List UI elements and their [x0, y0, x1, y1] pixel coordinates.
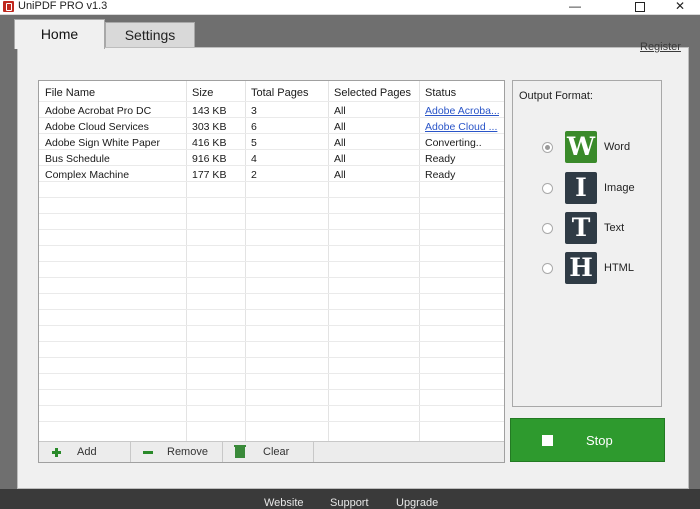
header-status[interactable]: Status — [425, 87, 456, 99]
image-label: Image — [604, 182, 635, 194]
row-4-selected-pages[interactable]: All — [334, 153, 346, 165]
maximize-button[interactable] — [620, 0, 660, 14]
row-1-selected-pages[interactable]: All — [334, 105, 346, 117]
row-4-total-pages: 4 — [251, 153, 257, 165]
word-icon: W — [565, 131, 597, 163]
row-1-status-link[interactable]: Adobe Acroba... — [425, 105, 499, 117]
row-4-status: Ready — [425, 153, 456, 165]
format-option-image[interactable]: I Image — [513, 172, 663, 206]
header-size[interactable]: Size — [192, 87, 213, 99]
word-radio[interactable] — [542, 142, 553, 153]
title-bar: UniPDF PRO v1.3 — ✕ — [0, 0, 700, 15]
register-link[interactable]: Register — [640, 41, 681, 53]
stop-button[interactable]: Stop — [510, 418, 665, 462]
footer-website-link[interactable]: Website — [264, 497, 304, 509]
row-2-selected-pages[interactable]: All — [334, 121, 346, 133]
row-2-size: 303 KB — [192, 121, 227, 133]
image-radio[interactable] — [542, 183, 553, 194]
close-button[interactable]: ✕ — [660, 0, 700, 14]
row-1-size: 143 KB — [192, 105, 227, 117]
row-5-selected-pages[interactable]: All — [334, 169, 346, 181]
footer-support-link[interactable]: Support — [330, 497, 369, 509]
header-selected-pages[interactable]: Selected Pages — [334, 87, 411, 99]
row-3-total-pages: 5 — [251, 137, 257, 149]
html-icon: H — [565, 252, 597, 284]
row-3-size: 416 KB — [192, 137, 227, 149]
row-5-total-pages: 2 — [251, 169, 257, 181]
image-icon: I — [565, 172, 597, 204]
window-title: UniPDF PRO v1.3 — [18, 0, 108, 12]
header-file-name[interactable]: File Name — [45, 87, 95, 99]
row-3-file-name[interactable]: Adobe Sign White Paper — [45, 137, 183, 149]
trash-icon — [234, 444, 246, 458]
row-1-file-name[interactable]: Adobe Acrobat Pro DC — [45, 105, 183, 117]
remove-button-label: Remove — [167, 446, 208, 458]
text-icon: T — [565, 212, 597, 244]
remove-button[interactable]: Remove — [143, 442, 208, 462]
plus-icon — [52, 447, 61, 457]
format-option-word[interactable]: W Word — [513, 131, 663, 165]
header-total-pages[interactable]: Total Pages — [251, 87, 308, 99]
word-label: Word — [604, 141, 631, 153]
row-5-size: 177 KB — [192, 169, 227, 181]
tab-home[interactable]: Home — [14, 19, 105, 49]
add-button-label: Add — [77, 446, 97, 458]
row-4-size: 916 KB — [192, 153, 227, 165]
stop-icon — [542, 435, 553, 446]
row-3-status: Converting.. — [425, 137, 482, 149]
tab-settings[interactable]: Settings — [105, 22, 195, 47]
row-3-selected-pages[interactable]: All — [334, 137, 346, 149]
minimize-button[interactable]: — — [555, 0, 595, 14]
row-2-total-pages: 6 — [251, 121, 257, 133]
text-radio[interactable] — [542, 223, 553, 234]
clear-button-label: Clear — [263, 446, 290, 458]
html-label: HTML — [604, 262, 634, 274]
file-toolbar: Add Remove Clear — [39, 441, 504, 462]
row-2-status-link[interactable]: Adobe Cloud ... — [425, 121, 499, 133]
add-button[interactable]: Add — [52, 442, 97, 462]
clear-button[interactable]: Clear — [234, 442, 290, 462]
row-5-status: Ready — [425, 169, 456, 181]
row-2-file-name[interactable]: Adobe Cloud Services — [45, 121, 183, 133]
minus-icon — [143, 450, 153, 454]
text-label: Text — [604, 222, 625, 234]
html-radio[interactable] — [542, 263, 553, 274]
stop-button-label: Stop — [586, 433, 613, 448]
output-format-panel: Output Format: W Word I Image T Text H H… — [512, 80, 662, 407]
row-4-file-name[interactable]: Bus Schedule — [45, 153, 183, 165]
footer-upgrade-link[interactable]: Upgrade — [396, 497, 438, 509]
app-pdf-icon — [3, 1, 14, 12]
format-option-text[interactable]: T Text — [513, 212, 663, 246]
output-format-label: Output Format: — [519, 90, 593, 102]
row-5-file-name[interactable]: Complex Machine — [45, 169, 183, 181]
file-table: File Name Size Total Pages Selected Page… — [38, 80, 505, 463]
row-1-total-pages: 3 — [251, 105, 257, 117]
format-option-html[interactable]: H HTML — [513, 252, 663, 286]
maximize-icon — [635, 2, 645, 12]
